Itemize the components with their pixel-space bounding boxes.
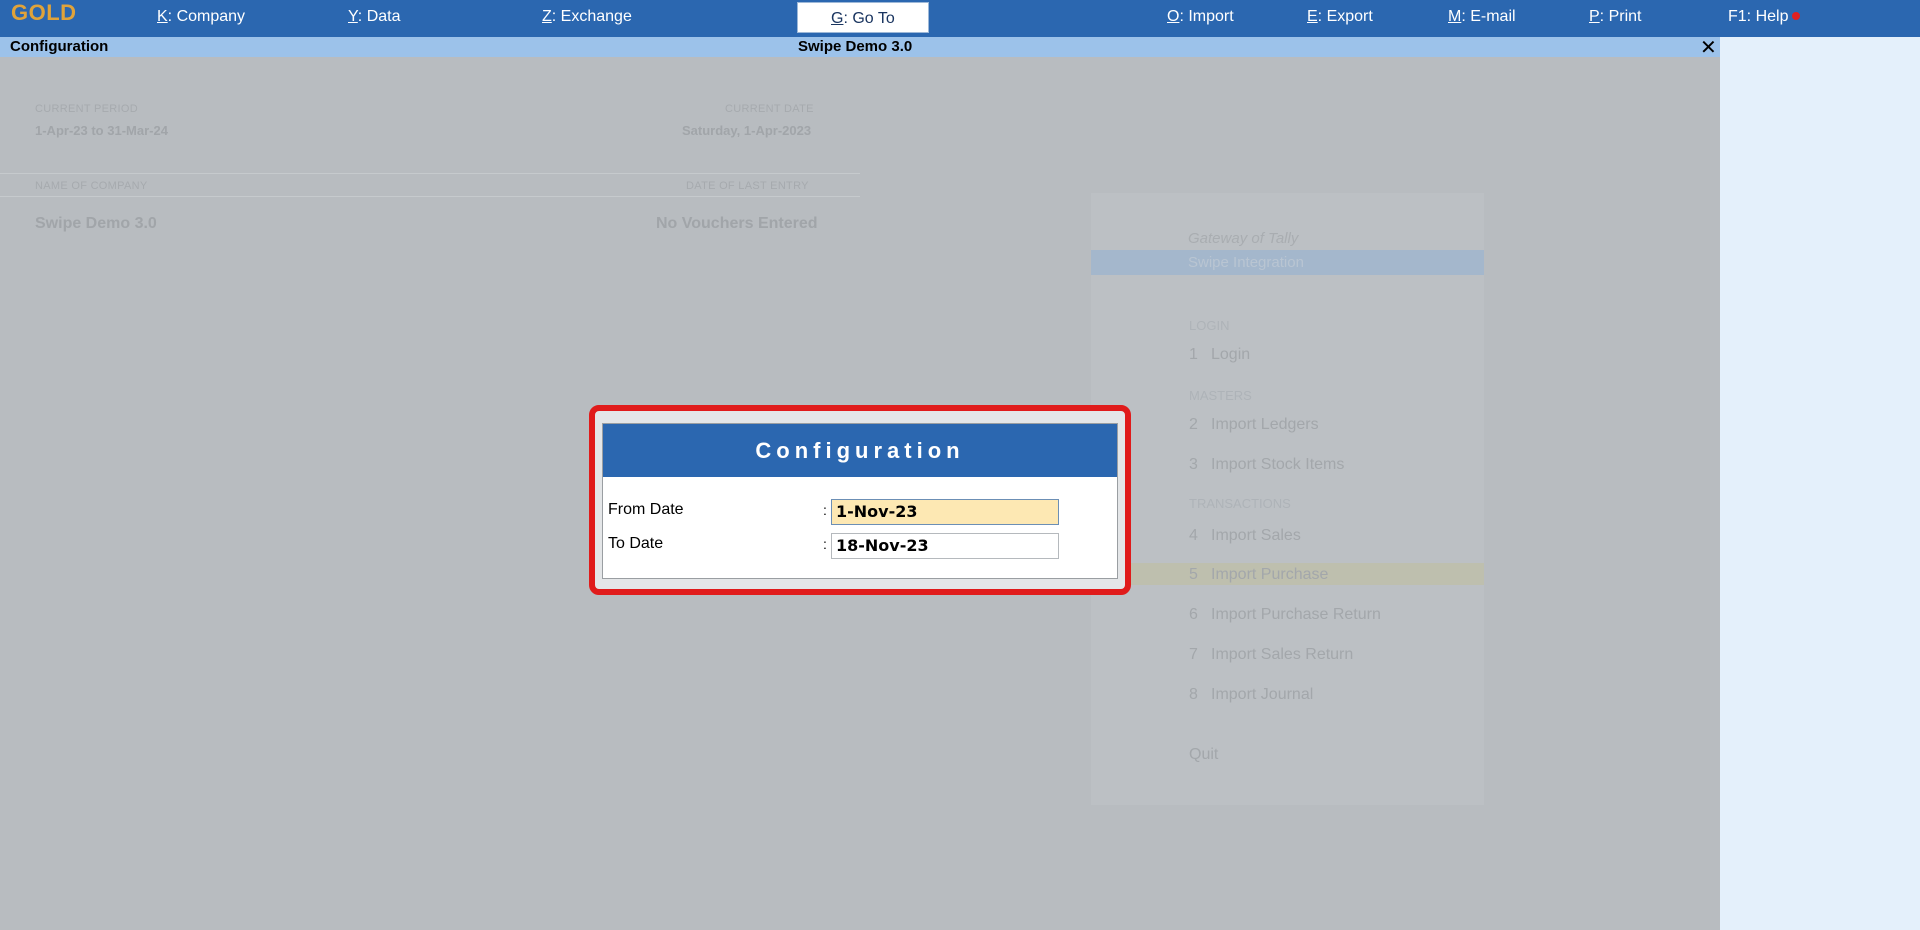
menu-go-to[interactable]: G: Go To — [797, 2, 929, 33]
from-date-colon: : — [823, 502, 827, 518]
menu-print[interactable]: P: Print — [1589, 8, 1641, 26]
current-period-label: CURRENT PERIOD — [35, 103, 139, 115]
last-entry-label: DATE OF LAST ENTRY — [686, 180, 809, 192]
menu-help[interactable]: F1: Help — [1728, 8, 1801, 26]
gateway-item-import-sales-return[interactable]: 7 Import Sales Return — [1189, 646, 1353, 664]
menu-data[interactable]: Y: Data — [348, 8, 400, 26]
from-date-input[interactable]: 1-Nov-23 — [831, 499, 1059, 525]
to-date-label: To Date — [608, 535, 664, 552]
to-date-input[interactable]: 18-Nov-23 — [831, 533, 1059, 559]
gateway-title: Gateway of Tally — [1188, 230, 1299, 247]
gateway-band: Swipe Integration — [1091, 250, 1484, 275]
gateway-item-import-sales[interactable]: 4 Import Sales — [1189, 527, 1301, 545]
divider — [0, 173, 860, 174]
section-transactions: TRANSACTIONS — [1189, 496, 1291, 511]
menu-email[interactable]: M: E-mail — [1448, 8, 1516, 26]
menu-exchange[interactable]: Z: Exchange — [542, 8, 632, 26]
top-menu-bar: GOLD K: Company Y: Data Z: Exchange G: G… — [0, 0, 1920, 37]
company-title: Swipe Demo 3.0 — [798, 38, 913, 55]
notification-dot-icon — [1792, 12, 1801, 20]
gateway-item-quit[interactable]: Quit — [1189, 746, 1218, 764]
company-name-label: NAME OF COMPANY — [35, 180, 148, 192]
right-side-pane — [1720, 37, 1920, 930]
to-date-colon: : — [823, 536, 827, 552]
gateway-item-import-stock-items[interactable]: 3 Import Stock Items — [1189, 456, 1344, 474]
gateway-item-import-purchase-return[interactable]: 6 Import Purchase Return — [1189, 606, 1381, 624]
configuration-dialog: Configuration From Date : 1-Nov-23 To Da… — [602, 423, 1118, 579]
dialog-title: Configuration — [603, 424, 1117, 477]
screen-title: Configuration — [10, 38, 109, 55]
current-date-label: CURRENT DATE — [725, 103, 814, 115]
window-title-bar: Configuration Swipe Demo 3.0 ✕ — [0, 37, 1720, 59]
menu-company[interactable]: K: Company — [157, 8, 245, 26]
product-logo: GOLD — [11, 0, 77, 25]
company-name-value: Swipe Demo 3.0 — [35, 215, 157, 232]
current-date-value: Saturday, 1-Apr-2023 — [682, 123, 812, 138]
menu-import[interactable]: O: Import — [1167, 8, 1234, 26]
section-masters: MASTERS — [1189, 388, 1252, 403]
gateway-item-import-purchase[interactable]: 5 Import Purchase — [1189, 566, 1328, 584]
last-entry-value: No Vouchers Entered — [656, 215, 818, 232]
current-period-value: 1-Apr-23 to 31-Mar-24 — [35, 123, 168, 138]
gateway-item-login[interactable]: 1 Login — [1189, 346, 1250, 364]
gateway-item-import-ledgers[interactable]: 2 Import Ledgers — [1189, 416, 1319, 434]
gateway-item-import-journal[interactable]: 8 Import Journal — [1189, 686, 1313, 704]
section-login: LOGIN — [1189, 318, 1230, 333]
menu-export[interactable]: E: Export — [1307, 8, 1373, 26]
from-date-label: From Date — [608, 501, 684, 518]
divider — [0, 196, 860, 197]
